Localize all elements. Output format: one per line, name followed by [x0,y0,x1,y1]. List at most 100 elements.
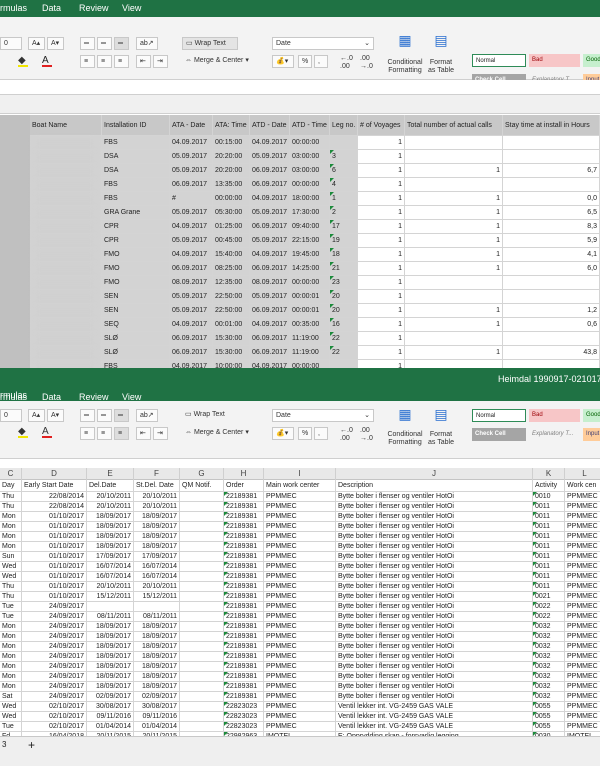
cell[interactable]: 1 [358,332,405,345]
cell[interactable] [503,290,600,303]
cell[interactable]: 0032 [533,642,565,651]
cell[interactable]: 22 [330,346,358,359]
merge-center-button-2[interactable]: ⇔ Merge & Center ▾ [182,427,262,440]
align-center-button-2[interactable]: ≡ [97,427,112,440]
column-letter[interactable]: G [180,468,224,480]
cell[interactable] [180,612,224,621]
cell[interactable]: 1 [405,206,503,219]
cell[interactable] [180,712,224,721]
cell[interactable]: Mon [0,682,22,691]
cell[interactable]: Sat [0,692,22,701]
cell[interactable]: 30/08/2017 [134,702,180,711]
cell[interactable]: 1 [358,346,405,359]
header-cell[interactable]: Main work center [264,480,336,491]
menu-formulas[interactable]: rmulas [0,3,27,13]
cell[interactable]: Bytte bolter i flenser og ventiler HotOi [336,622,533,631]
cell[interactable]: PPMMEC [565,532,600,541]
cell[interactable]: 24/09/2017 [22,602,87,611]
cell[interactable]: Bytte bolter i flenser og ventiler HotOi [336,532,533,541]
cell[interactable]: 18/09/2017 [134,662,180,671]
cell[interactable]: PPMMEC [565,492,600,501]
cell[interactable]: PPMMEC [565,602,600,611]
header-cell[interactable]: ATA - Date [170,115,213,135]
cell[interactable]: 0055 [533,712,565,721]
decimal-decrease-button[interactable]: .00 →.0 [360,55,373,71]
header-cell[interactable]: Day [0,480,22,491]
cell[interactable]: 14:25:00 [290,262,330,275]
cell[interactable]: 1 [330,192,358,205]
cell[interactable]: 24/09/2017 [22,612,87,621]
cell[interactable]: Mon [0,622,22,631]
cell[interactable]: 22189381 [224,692,264,701]
align-bottom-button-2[interactable]: ═ [114,409,129,422]
cell[interactable]: 20:20:00 [213,164,250,177]
cell[interactable]: 01/10/2017 [22,572,87,581]
cell[interactable]: PPMMEC [264,692,336,701]
cell[interactable]: PPMMEC [264,712,336,721]
cell[interactable]: PPMMEC [264,562,336,571]
cell[interactable]: PPMMEC [264,582,336,591]
cell[interactable]: PPMMEC [264,572,336,581]
indent-increase-button[interactable]: ⇥ [153,55,168,68]
cell[interactable]: PPMMEC [264,672,336,681]
cell[interactable]: 08/11/2011 [134,612,180,621]
cell[interactable]: 0055 [533,722,565,731]
cell[interactable]: 16/07/2014 [87,572,134,581]
cell[interactable]: Ventil lekker int. VG-2459 GAS VALE [336,702,533,711]
cell[interactable]: 1 [358,276,405,289]
cell[interactable]: 1 [358,150,405,163]
cell[interactable]: 2 [330,206,358,219]
cell[interactable]: Bytte bolter i flenser og ventiler HotOi [336,562,533,571]
cell[interactable]: 00:00:00 [290,136,330,149]
cell[interactable]: 18 [330,248,358,261]
cell[interactable]: 00:00:00 [290,360,330,368]
cell[interactable]: 0011 [533,532,565,541]
cell[interactable]: PPMMEC [565,682,600,691]
cell[interactable]: Mon [0,662,22,671]
cell[interactable]: 22:50:00 [213,304,250,317]
cell[interactable]: PPMMEC [565,582,600,591]
column-letter[interactable]: H [224,468,264,480]
cell[interactable]: PPMMEC [565,592,600,601]
cell[interactable]: 13:35:00 [213,178,250,191]
cell[interactable]: 22189381 [224,592,264,601]
cell[interactable]: 00:35:00 [290,318,330,331]
cell[interactable]: Bytte bolter i flenser og ventiler HotOi [336,662,533,671]
cell[interactable]: PPMMEC [565,502,600,511]
cell[interactable] [503,150,600,163]
align-right-button-2[interactable]: ≡ [114,427,129,440]
cell[interactable]: 24/09/2017 [22,672,87,681]
cell[interactable]: 17:30:00 [290,206,330,219]
cell[interactable]: 22189381 [224,502,264,511]
cell[interactable]: Ventil lekker int. VG-2459 GAS VALE [336,722,533,731]
font-grow-button[interactable]: A▴ [28,37,45,50]
decimal-decrease-button-2[interactable]: .00 →.0 [360,427,373,443]
header-cell[interactable]: Description [336,480,533,491]
cell[interactable]: 01/10/2017 [22,552,87,561]
cell[interactable]: 00:45:00 [213,234,250,247]
style-bad[interactable]: Bad [529,54,580,67]
cell[interactable]: 0032 [533,622,565,631]
cell[interactable]: 6,5 [503,206,600,219]
percent-button-2[interactable]: % [298,427,312,440]
cell[interactable]: 22:50:00 [213,290,250,303]
cell[interactable]: 18/09/2017 [134,672,180,681]
cell[interactable] [180,552,224,561]
cell[interactable]: Wed [0,702,22,711]
cell[interactable]: 01:25:00 [213,220,250,233]
align-middle-button[interactable]: ═ [97,37,112,50]
cell[interactable]: FMO [102,248,170,261]
header-cell[interactable]: Early Start Date [22,480,87,491]
cell[interactable]: 18/09/2017 [87,622,134,631]
cell[interactable]: PPMMEC [264,702,336,711]
cell[interactable]: 00:00:01 [290,290,330,303]
cell[interactable]: 24/09/2017 [22,622,87,631]
cell[interactable] [180,692,224,701]
cell[interactable]: PPMMEC [264,542,336,551]
cell[interactable]: 10:00:00 [213,360,250,368]
cell[interactable]: 18/09/2017 [134,642,180,651]
cell[interactable]: 0011 [533,552,565,561]
header-cell[interactable]: Leg no. [330,115,358,135]
cell[interactable]: Bytte bolter i flenser og ventiler HotOi [336,592,533,601]
cell[interactable] [87,602,134,611]
